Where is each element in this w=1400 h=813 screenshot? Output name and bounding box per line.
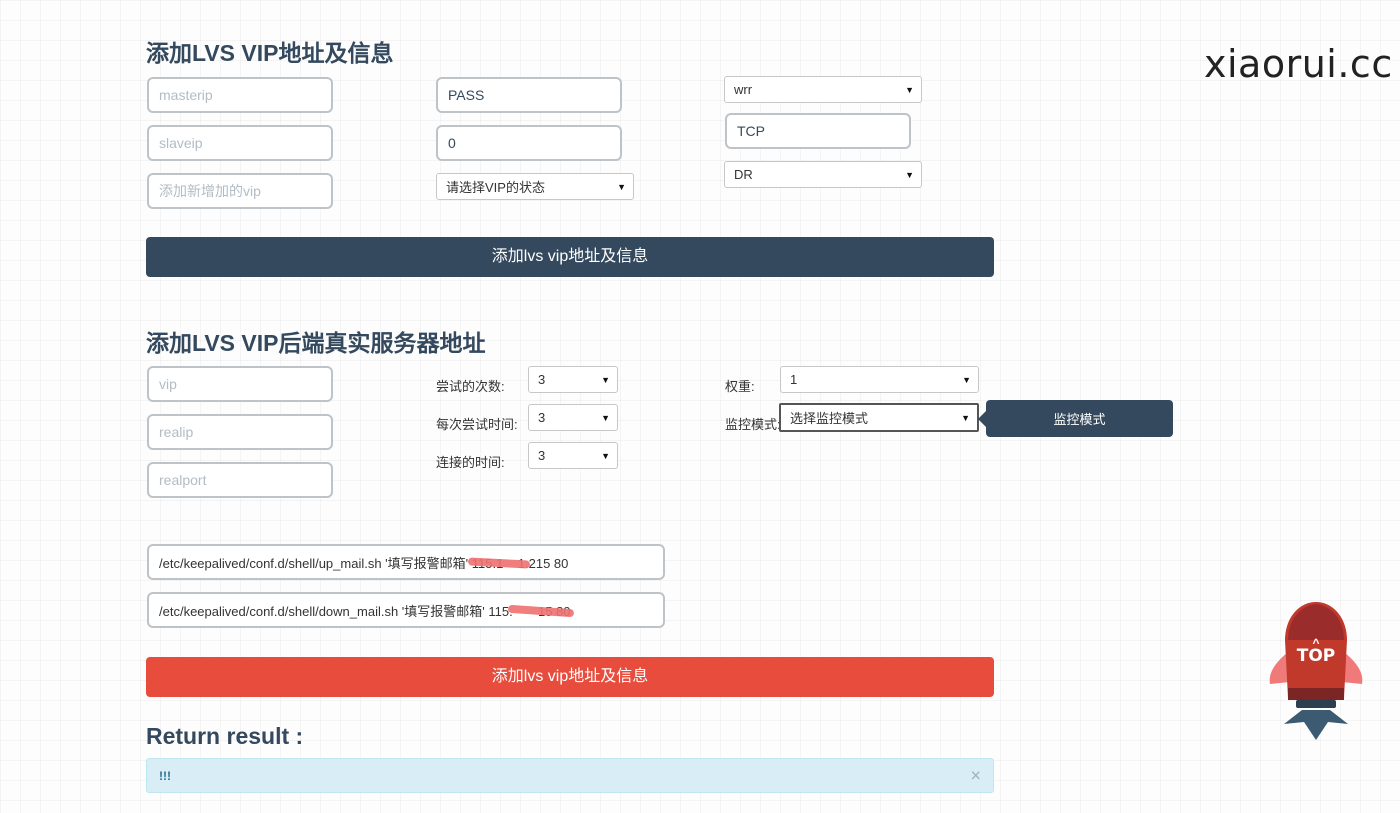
slaveip-input[interactable] (147, 125, 333, 161)
caret-down-icon: ▼ (962, 374, 971, 385)
weight-select-value: 1 (790, 372, 798, 387)
caret-down-icon: ▼ (601, 450, 610, 461)
lb-algo-select-value: wrr (734, 82, 753, 97)
caret-down-icon: ▼ (961, 412, 970, 423)
lb-algo-select[interactable]: wrr ▼ (724, 76, 922, 103)
monitor-select[interactable]: 选择监控模式 ▼ (779, 403, 979, 432)
delay-select[interactable]: 3 ▼ (528, 404, 618, 431)
weight-label: 权重: (725, 379, 755, 394)
section1-title: 添加LVS VIP地址及信息 (146, 40, 394, 66)
retry-select-value: 3 (538, 372, 546, 387)
back-to-top-button[interactable]: ^ TOP (1266, 600, 1366, 742)
notify-down-input[interactable] (147, 592, 665, 628)
connect-select[interactable]: 3 ▼ (528, 442, 618, 469)
lb-kind-select-value: DR (734, 167, 753, 182)
auth-pass-input[interactable] (436, 77, 622, 113)
result-alert: !!! × (146, 758, 994, 793)
monitor-select-value: 选择监控模式 (790, 411, 869, 426)
close-icon[interactable]: × (970, 765, 981, 786)
masterip-input[interactable] (147, 77, 333, 113)
rocket-icon (1269, 602, 1363, 740)
connect-label: 连接的时间: (436, 455, 505, 470)
weight-select[interactable]: 1 ▼ (780, 366, 979, 393)
monitor-label: 监控模式: (725, 417, 781, 432)
result-title: Return result : (146, 723, 304, 749)
caret-down-icon: ▼ (617, 181, 626, 192)
retry-label: 尝试的次数: (436, 379, 505, 394)
add-vip-button[interactable]: 添加lvs vip地址及信息 (146, 237, 994, 277)
caret-down-icon: ▼ (601, 374, 610, 385)
realport-input[interactable] (147, 462, 333, 498)
result-message: !!! (159, 768, 171, 783)
caret-down-icon: ▼ (905, 84, 914, 95)
notify-up-input[interactable] (147, 544, 665, 580)
priority-input[interactable] (436, 125, 622, 161)
vip-state-select[interactable]: 请选择VIP的状态 ▼ (436, 173, 634, 200)
protocol-input[interactable] (725, 113, 911, 149)
monitor-mode-button[interactable]: 监控模式 (986, 400, 1173, 437)
lb-kind-select[interactable]: DR ▼ (724, 161, 922, 188)
caret-down-icon: ▼ (601, 412, 610, 423)
backend-vip-input[interactable] (147, 366, 333, 402)
caret-down-icon: ▼ (905, 169, 914, 180)
section2-title: 添加LVS VIP后端真实服务器地址 (146, 330, 486, 356)
vip-state-select-value: 请选择VIP的状态 (446, 180, 545, 195)
realip-input[interactable] (147, 414, 333, 450)
top-label: TOP (1296, 646, 1336, 666)
brand-logo: xiaorui.cc (1204, 42, 1393, 86)
retry-select[interactable]: 3 ▼ (528, 366, 618, 393)
delay-select-value: 3 (538, 410, 546, 425)
connect-select-value: 3 (538, 448, 546, 463)
new-vip-input[interactable] (147, 173, 333, 209)
delay-label: 每次尝试时间: (436, 417, 518, 432)
add-realserver-button[interactable]: 添加lvs vip地址及信息 (146, 657, 994, 697)
